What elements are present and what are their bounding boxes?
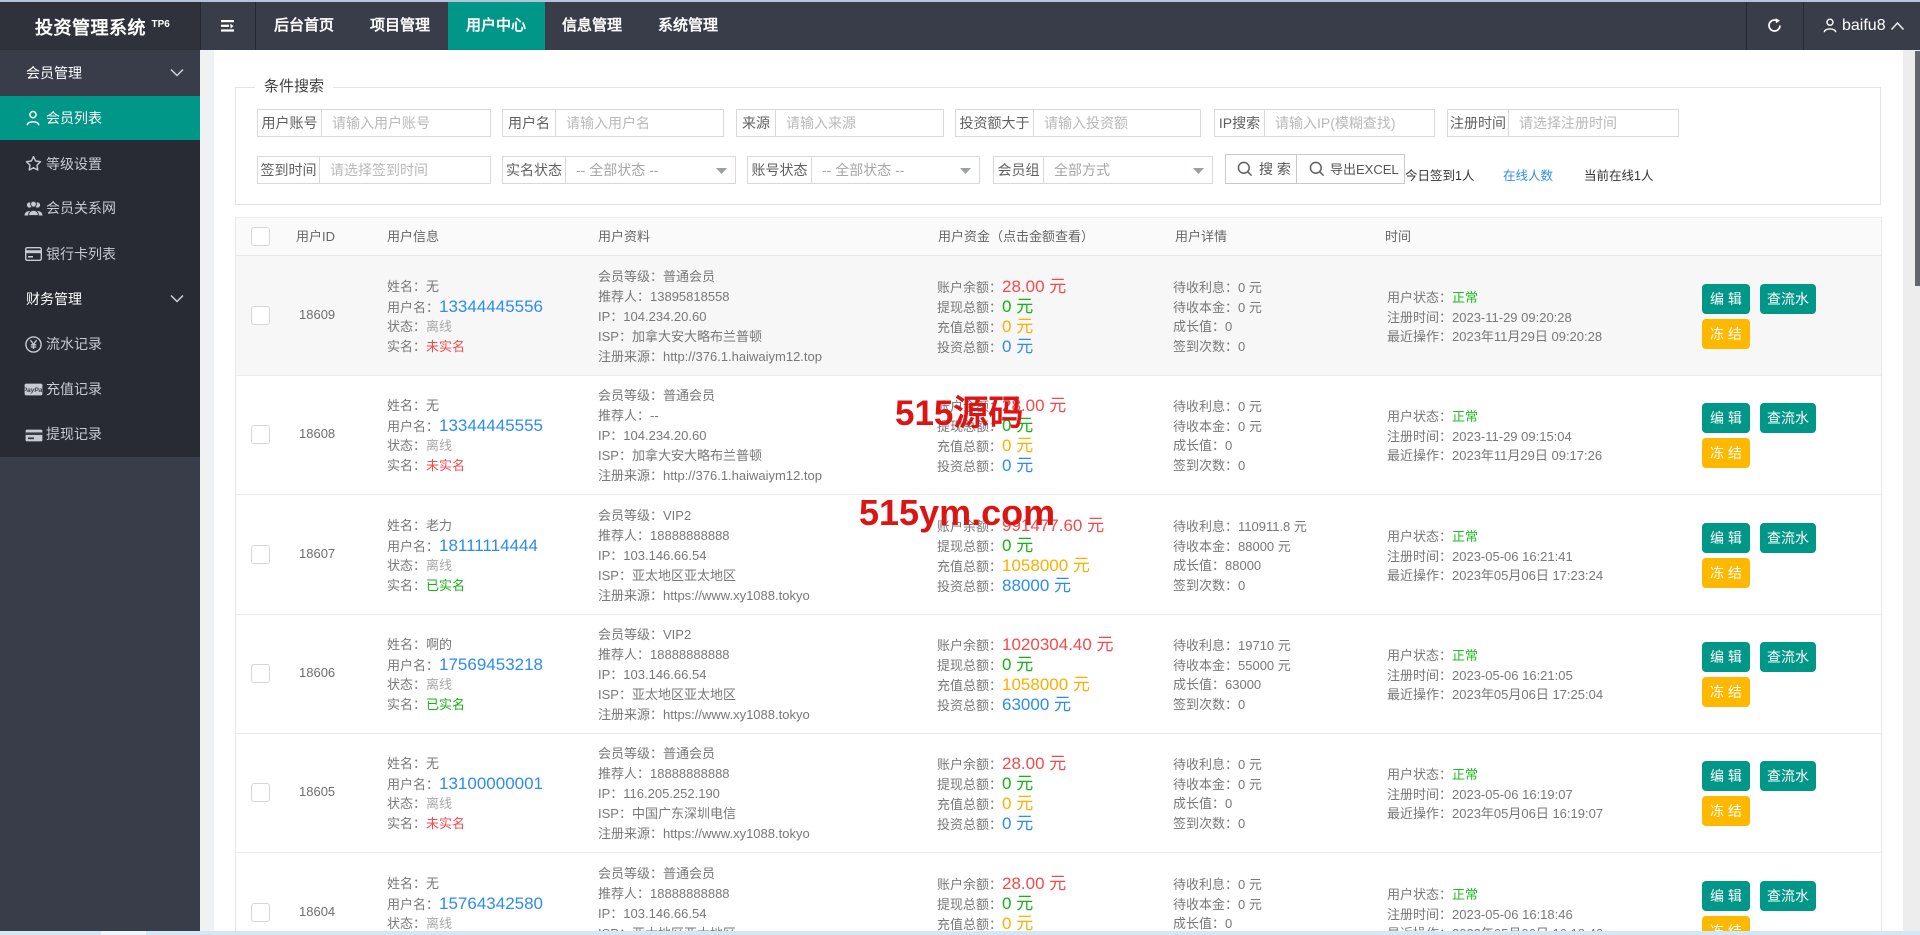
svg-text:PayPal: PayPal xyxy=(24,387,43,394)
